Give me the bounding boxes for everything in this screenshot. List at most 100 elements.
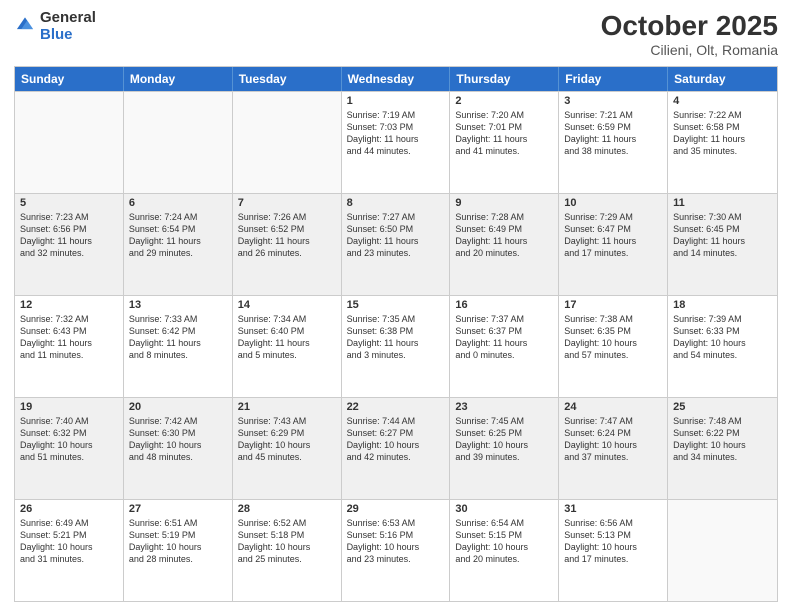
cell-text: Sunrise: 7:45 AM Sunset: 6:25 PM Dayligh… <box>455 415 553 464</box>
cell-text: Sunrise: 7:28 AM Sunset: 6:49 PM Dayligh… <box>455 211 553 260</box>
cell-text: Sunrise: 7:24 AM Sunset: 6:54 PM Dayligh… <box>129 211 227 260</box>
cal-cell: 7Sunrise: 7:26 AM Sunset: 6:52 PM Daylig… <box>233 194 342 295</box>
col-header-friday: Friday <box>559 67 668 91</box>
calendar: SundayMondayTuesdayWednesdayThursdayFrid… <box>14 66 778 602</box>
day-number: 25 <box>673 401 772 413</box>
day-number: 4 <box>673 95 772 107</box>
week-row-1: 1 Sunrise: 7:19 AM Sunset: 7:03 PM Daylig… <box>15 91 777 193</box>
cal-cell: 16 Sunrise: 7:37 AM Sunset: 6:37 PM Dayli… <box>450 296 559 397</box>
title-location: Cilieni, Olt, Romania <box>601 42 778 58</box>
cal-cell <box>668 500 777 601</box>
cal-cell: 26Sunrise: 6:49 AM Sunset: 5:21 PM Dayli… <box>15 500 124 601</box>
logo-text-general: General <box>40 10 96 27</box>
cal-cell: 1 Sunrise: 7:19 AM Sunset: 7:03 PM Daylig… <box>342 92 451 193</box>
day-number: 10 <box>564 197 662 209</box>
cal-cell: 19 Sunrise: 7:40 AM Sunset: 6:32 PM Dayli… <box>15 398 124 499</box>
week-row-5: 26Sunrise: 6:49 AM Sunset: 5:21 PM Dayli… <box>15 499 777 601</box>
cal-cell: 21 Sunrise: 7:43 AM Sunset: 6:29 PM Dayli… <box>233 398 342 499</box>
cell-text: Sunrise: 7:23 AM Sunset: 6:56 PM Dayligh… <box>20 211 118 260</box>
day-number: 6 <box>129 197 227 209</box>
cell-text: Sunrise: 7:48 AM Sunset: 6:22 PM Dayligh… <box>673 415 772 464</box>
cal-cell: 10 Sunrise: 7:29 AM Sunset: 6:47 PM Dayli… <box>559 194 668 295</box>
cal-cell: 30Sunrise: 6:54 AM Sunset: 5:15 PM Dayli… <box>450 500 559 601</box>
week-row-3: 12 Sunrise: 7:32 AM Sunset: 6:43 PM Dayli… <box>15 295 777 397</box>
cell-text: Sunrise: 6:53 AM Sunset: 5:16 PM Dayligh… <box>347 517 445 566</box>
cal-cell: 6 Sunrise: 7:24 AM Sunset: 6:54 PM Daylig… <box>124 194 233 295</box>
day-number: 13 <box>129 299 227 311</box>
logo: General Blue <box>14 10 96 43</box>
cal-cell <box>15 92 124 193</box>
day-number: 29 <box>347 503 445 515</box>
day-number: 14 <box>238 299 336 311</box>
cal-cell: 13 Sunrise: 7:33 AM Sunset: 6:42 PM Dayli… <box>124 296 233 397</box>
cell-text: Sunrise: 7:19 AM Sunset: 7:03 PM Dayligh… <box>347 109 445 158</box>
calendar-header: SundayMondayTuesdayWednesdayThursdayFrid… <box>15 67 777 91</box>
cal-cell: 3Sunrise: 7:21 AM Sunset: 6:59 PM Daylig… <box>559 92 668 193</box>
day-number: 27 <box>129 503 227 515</box>
cell-text: Sunrise: 7:27 AM Sunset: 6:50 PM Dayligh… <box>347 211 445 260</box>
day-number: 22 <box>347 401 445 413</box>
day-number: 24 <box>564 401 662 413</box>
cell-text: Sunrise: 6:56 AM Sunset: 5:13 PM Dayligh… <box>564 517 662 566</box>
cal-cell: 24 Sunrise: 7:47 AM Sunset: 6:24 PM Dayli… <box>559 398 668 499</box>
day-number: 18 <box>673 299 772 311</box>
cal-cell: 27 Sunrise: 6:51 AM Sunset: 5:19 PM Dayli… <box>124 500 233 601</box>
col-header-wednesday: Wednesday <box>342 67 451 91</box>
cell-text: Sunrise: 6:52 AM Sunset: 5:18 PM Dayligh… <box>238 517 336 566</box>
cell-text: Sunrise: 7:33 AM Sunset: 6:42 PM Dayligh… <box>129 313 227 362</box>
cal-cell <box>233 92 342 193</box>
cell-text: Sunrise: 7:39 AM Sunset: 6:33 PM Dayligh… <box>673 313 772 362</box>
day-number: 5 <box>20 197 118 209</box>
cell-text: Sunrise: 7:35 AM Sunset: 6:38 PM Dayligh… <box>347 313 445 362</box>
day-number: 21 <box>238 401 336 413</box>
day-number: 3 <box>564 95 662 107</box>
logo-text-blue: Blue <box>40 27 96 44</box>
cell-text: Sunrise: 7:22 AM Sunset: 6:58 PM Dayligh… <box>673 109 772 158</box>
cell-text: Sunrise: 7:40 AM Sunset: 6:32 PM Dayligh… <box>20 415 118 464</box>
day-number: 23 <box>455 401 553 413</box>
cal-cell: 12 Sunrise: 7:32 AM Sunset: 6:43 PM Dayli… <box>15 296 124 397</box>
cal-cell: 31Sunrise: 6:56 AM Sunset: 5:13 PM Dayli… <box>559 500 668 601</box>
cal-cell: 9 Sunrise: 7:28 AM Sunset: 6:49 PM Daylig… <box>450 194 559 295</box>
cell-text: Sunrise: 7:32 AM Sunset: 6:43 PM Dayligh… <box>20 313 118 362</box>
title-block: October 2025 Cilieni, Olt, Romania <box>601 10 778 58</box>
cell-text: Sunrise: 6:51 AM Sunset: 5:19 PM Dayligh… <box>129 517 227 566</box>
cal-cell: 14 Sunrise: 7:34 AM Sunset: 6:40 PM Dayli… <box>233 296 342 397</box>
cal-cell: 23 Sunrise: 7:45 AM Sunset: 6:25 PM Dayli… <box>450 398 559 499</box>
cell-text: Sunrise: 7:47 AM Sunset: 6:24 PM Dayligh… <box>564 415 662 464</box>
col-header-sunday: Sunday <box>15 67 124 91</box>
day-number: 11 <box>673 197 772 209</box>
cell-text: Sunrise: 7:43 AM Sunset: 6:29 PM Dayligh… <box>238 415 336 464</box>
cal-cell: 29 Sunrise: 6:53 AM Sunset: 5:16 PM Dayli… <box>342 500 451 601</box>
day-number: 12 <box>20 299 118 311</box>
cal-cell: 28Sunrise: 6:52 AM Sunset: 5:18 PM Dayli… <box>233 500 342 601</box>
day-number: 9 <box>455 197 553 209</box>
day-number: 16 <box>455 299 553 311</box>
col-header-monday: Monday <box>124 67 233 91</box>
calendar-body: 1 Sunrise: 7:19 AM Sunset: 7:03 PM Daylig… <box>15 91 777 601</box>
cell-text: Sunrise: 6:49 AM Sunset: 5:21 PM Dayligh… <box>20 517 118 566</box>
cell-text: Sunrise: 7:20 AM Sunset: 7:01 PM Dayligh… <box>455 109 553 158</box>
cell-text: Sunrise: 7:29 AM Sunset: 6:47 PM Dayligh… <box>564 211 662 260</box>
page: General Blue October 2025 Cilieni, Olt, … <box>0 0 792 612</box>
cell-text: Sunrise: 7:44 AM Sunset: 6:27 PM Dayligh… <box>347 415 445 464</box>
header: General Blue October 2025 Cilieni, Olt, … <box>14 10 778 58</box>
cal-cell: 25 Sunrise: 7:48 AM Sunset: 6:22 PM Dayli… <box>668 398 777 499</box>
cal-cell: 22 Sunrise: 7:44 AM Sunset: 6:27 PM Dayli… <box>342 398 451 499</box>
logo-icon <box>14 13 36 40</box>
cal-cell: 4 Sunrise: 7:22 AM Sunset: 6:58 PM Daylig… <box>668 92 777 193</box>
col-header-saturday: Saturday <box>668 67 777 91</box>
day-number: 8 <box>347 197 445 209</box>
day-number: 19 <box>20 401 118 413</box>
cell-text: Sunrise: 7:34 AM Sunset: 6:40 PM Dayligh… <box>238 313 336 362</box>
cell-text: Sunrise: 7:37 AM Sunset: 6:37 PM Dayligh… <box>455 313 553 362</box>
cal-cell: 11Sunrise: 7:30 AM Sunset: 6:45 PM Dayli… <box>668 194 777 295</box>
col-header-tuesday: Tuesday <box>233 67 342 91</box>
cell-text: Sunrise: 7:26 AM Sunset: 6:52 PM Dayligh… <box>238 211 336 260</box>
day-number: 15 <box>347 299 445 311</box>
cal-cell: 8 Sunrise: 7:27 AM Sunset: 6:50 PM Daylig… <box>342 194 451 295</box>
week-row-2: 5 Sunrise: 7:23 AM Sunset: 6:56 PM Daylig… <box>15 193 777 295</box>
day-number: 1 <box>347 95 445 107</box>
cell-text: Sunrise: 6:54 AM Sunset: 5:15 PM Dayligh… <box>455 517 553 566</box>
cal-cell: 5 Sunrise: 7:23 AM Sunset: 6:56 PM Daylig… <box>15 194 124 295</box>
